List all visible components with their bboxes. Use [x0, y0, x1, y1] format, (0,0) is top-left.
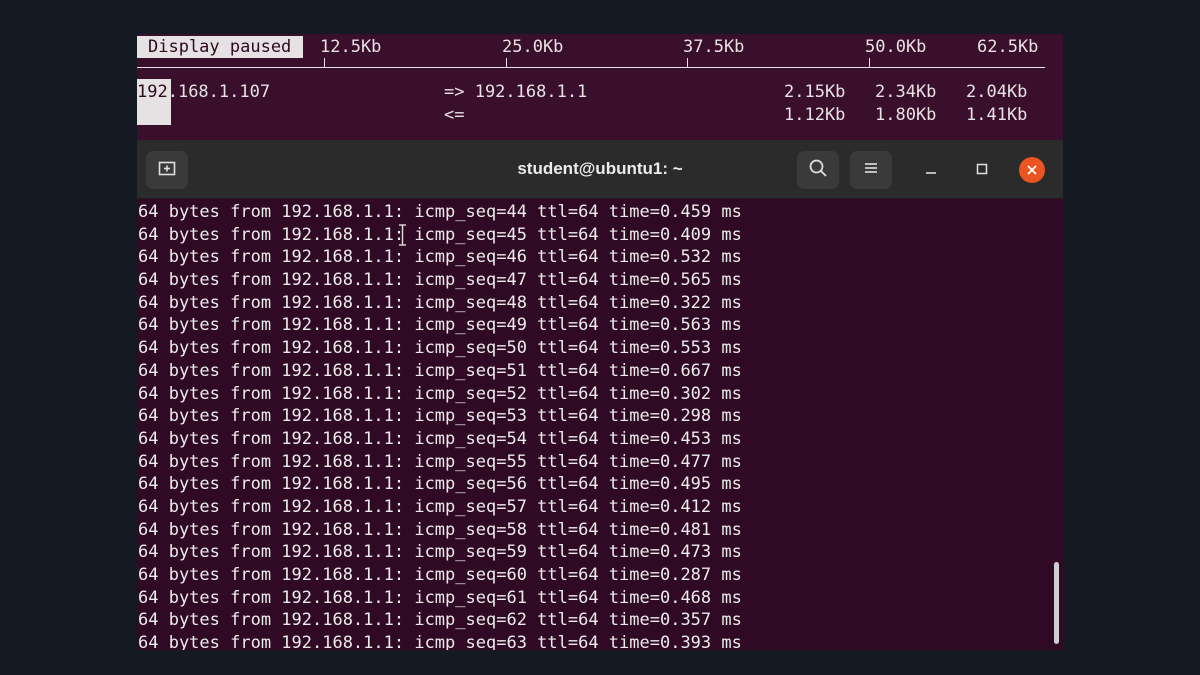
new-tab-button[interactable]: [146, 151, 188, 189]
iftop-terminal[interactable]: Display paused 12.5Kb 25.0Kb 37.5Kb 50.0…: [137, 34, 1063, 149]
in-rate-2s: 1.12Kb: [784, 105, 846, 125]
terminal-line: 64 bytes from 192.168.1.1: icmp_seq=57 t…: [138, 496, 742, 517]
terminal-line: 64 bytes from 192.168.1.1: icmp_seq=55 t…: [138, 451, 742, 472]
terminal-line: 64 bytes from 192.168.1.1: icmp_seq=63 t…: [138, 633, 742, 650]
terminal-line: 64 bytes from 192.168.1.1: icmp_seq=49 t…: [138, 315, 742, 336]
terminal-line: 64 bytes from 192.168.1.1: icmp_seq=52 t…: [138, 383, 742, 404]
scrollbar-thumb[interactable]: [1054, 562, 1059, 644]
search-button[interactable]: [797, 151, 839, 189]
menu-button[interactable]: [850, 151, 892, 189]
terminal-output[interactable]: 64 bytes from 192.168.1.1: icmp_seq=44 t…: [137, 201, 1049, 650]
out-rate-10s: 2.34Kb: [875, 82, 937, 102]
hamburger-menu-icon: [862, 159, 880, 181]
terminal-line: 64 bytes from 192.168.1.1: icmp_seq=51 t…: [138, 360, 742, 381]
terminal-line: 64 bytes from 192.168.1.1: icmp_seq=56 t…: [138, 474, 742, 495]
terminal-line: 64 bytes from 192.168.1.1: icmp_seq=47 t…: [138, 270, 742, 291]
maximize-button[interactable]: [969, 157, 995, 183]
scale-label-5: 62.5Kb: [977, 37, 1039, 57]
scale-label-2: 25.0Kb: [502, 37, 564, 57]
source-host[interactable]: 192.168.1.107: [137, 81, 270, 103]
inbound-direction: <=: [444, 105, 465, 125]
scale-tick: [687, 58, 688, 68]
terminal-line: 64 bytes from 192.168.1.1: icmp_seq=46 t…: [138, 247, 742, 268]
terminal-line: 64 bytes from 192.168.1.1: icmp_seq=60 t…: [138, 565, 742, 585]
in-rate-40s: 1.41Kb: [966, 105, 1028, 125]
terminal-line: 64 bytes from 192.168.1.1: icmp_seq=62 t…: [138, 610, 742, 631]
new-tab-icon: [157, 158, 177, 182]
scale-label-4: 50.0Kb: [865, 37, 927, 57]
maximize-icon: [975, 161, 989, 180]
search-icon: [808, 158, 828, 182]
out-rate-2s: 2.15Kb: [784, 82, 846, 102]
terminal-window[interactable]: student@ubuntu1: ~ 64 bytes from 192.168…: [137, 140, 1063, 650]
scale-label-3: 37.5Kb: [683, 37, 745, 57]
terminal-line: 64 bytes from 192.168.1.1: icmp_seq=59 t…: [138, 542, 742, 563]
close-icon: [1026, 161, 1038, 180]
in-rate-10s: 1.80Kb: [875, 105, 937, 125]
terminal-line: 64 bytes from 192.168.1.1: icmp_seq=61 t…: [138, 587, 742, 608]
out-rate-40s: 2.04Kb: [966, 82, 1028, 102]
scale-axis: [137, 67, 1045, 68]
minimize-icon: [924, 161, 938, 180]
source-host-highlight: 192: [137, 82, 168, 102]
destination-host: => 192.168.1.1: [444, 82, 588, 102]
close-button[interactable]: [1019, 157, 1045, 183]
terminal-line: 64 bytes from 192.168.1.1: icmp_seq=54 t…: [138, 428, 742, 449]
terminal-line: 64 bytes from 192.168.1.1: icmp_seq=50 t…: [138, 338, 742, 359]
window-titlebar[interactable]: student@ubuntu1: ~: [137, 140, 1063, 199]
source-host-rest: .168.1.107: [167, 82, 271, 102]
text-cursor-ibeam-icon: [399, 224, 406, 246]
scale-tick: [506, 58, 507, 68]
scale-label-1: 12.5Kb: [320, 37, 382, 57]
scale-tick: [324, 58, 325, 68]
terminal-line: 64 bytes from 192.168.1.1: icmp_seq=58 t…: [138, 519, 742, 540]
minimize-button[interactable]: [918, 157, 944, 183]
terminal-line: 64 bytes from 192.168.1.1: icmp_seq=53 t…: [138, 406, 742, 427]
display-paused-label: Display paused: [137, 36, 304, 58]
terminal-line: 64 bytes from 192.168.1.1: icmp_seq=44 t…: [138, 202, 742, 222]
terminal-line: 64 bytes from 192.168.1.1: icmp_seq=48 t…: [138, 292, 742, 313]
scale-tick: [869, 58, 870, 68]
terminal-line: 64 bytes from 192.168.1.1: icmp_seq=45 t…: [138, 224, 742, 245]
